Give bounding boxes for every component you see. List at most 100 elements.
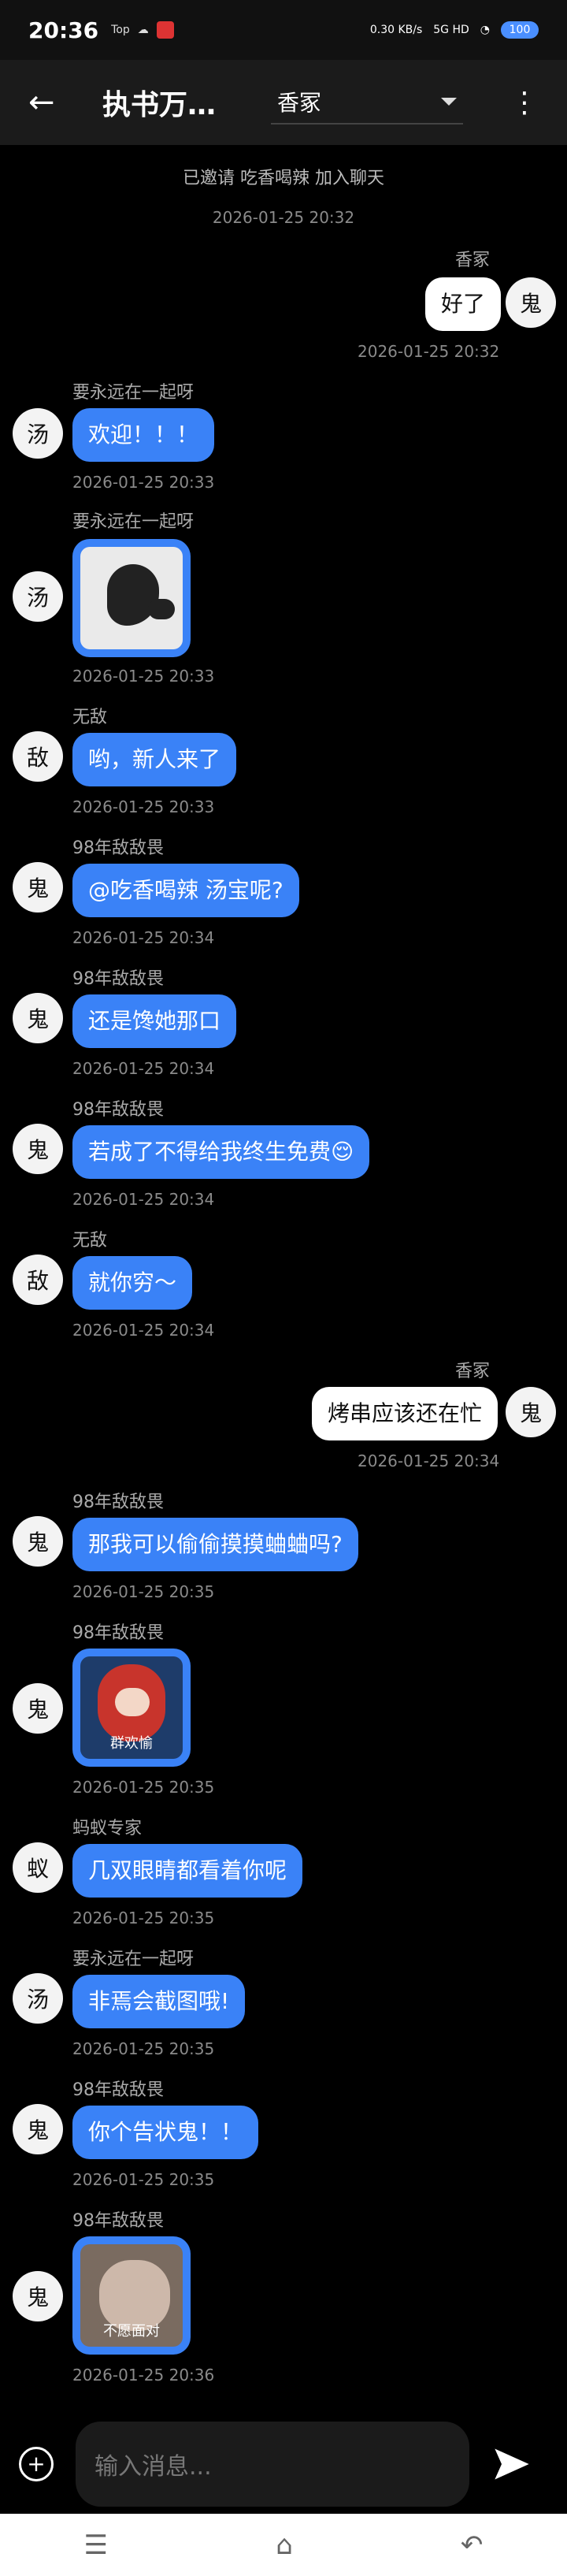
network-speed: 0.30 KB/s	[369, 24, 423, 36]
message-bubble-in[interactable]: 若成了不得给我终生免费😌	[72, 1125, 370, 1179]
sender-name: 要永远在一起呀	[72, 1950, 195, 1969]
avatar[interactable]: 敌	[13, 1255, 63, 1305]
avatar[interactable]: 鬼	[506, 1387, 556, 1437]
message-time: 2026-01-25 20:36	[72, 2366, 215, 2385]
sender-name: 98年敌敌畏	[72, 969, 164, 989]
avatar[interactable]: 鬼	[13, 1124, 63, 1174]
home-icon: ⌂	[276, 2529, 293, 2561]
message-time: 2026-01-25 20:34	[72, 928, 215, 947]
sender-name: 98年敌敌畏	[72, 2080, 164, 2100]
avatar[interactable]: 汤	[13, 408, 63, 459]
avatar[interactable]: 鬼	[13, 2104, 63, 2154]
back-button[interactable]: ←	[28, 84, 66, 121]
message-time: 2026-01-25 20:35	[72, 1909, 215, 1927]
message-bubble-in[interactable]: 就你穷～	[72, 1256, 193, 1310]
message-time: 2026-01-25 20:33	[72, 667, 215, 686]
composer: + 输入消息...	[0, 2414, 567, 2514]
chat-title: 执书万…	[102, 89, 217, 121]
message-time: 2026-01-25 20:35	[72, 1778, 215, 1797]
more-menu-button[interactable]: ⋮	[510, 87, 539, 119]
arrow-left-icon: ←	[28, 84, 55, 121]
more-vert-icon: ⋮	[510, 86, 539, 119]
back-nav-button[interactable]: ↶	[461, 2530, 484, 2561]
battery-indicator: 100	[501, 21, 539, 39]
sender-name: 要永远在一起呀	[72, 383, 195, 403]
status-right: 0.30 KB/s 5G HD ◔ 100	[370, 21, 539, 39]
message-time: 2026-01-25 20:34	[72, 1059, 215, 1078]
sender-name: 98年敌敌畏	[72, 1100, 164, 1120]
sender-name: 98年敌敌畏	[72, 1623, 164, 1643]
persona-name: 香冢	[277, 90, 322, 116]
message-bubble-in[interactable]: 你个告状鬼！！	[72, 2106, 259, 2159]
message-time: 2026-01-25 20:34	[72, 1190, 215, 1209]
sender-name: 香冢	[455, 1362, 491, 1381]
plus-circle-icon: +	[27, 2451, 46, 2477]
sticker-caption: 群欢愉	[110, 1735, 153, 1752]
status-left-icons: Top ☁	[111, 21, 174, 39]
message-bubble-in[interactable]: 哟，新人来了	[72, 733, 237, 786]
wifi-icon: ◔	[480, 24, 490, 36]
avatar[interactable]: 鬼	[506, 277, 556, 328]
avatar[interactable]: 鬼	[13, 862, 63, 913]
cloud-icon: ☁	[137, 24, 149, 36]
system-time: 2026-01-25 20:32	[212, 208, 355, 227]
avatar[interactable]: 鬼	[13, 1516, 63, 1567]
avatar[interactable]: 鬼	[13, 2271, 63, 2321]
sticker-image	[80, 547, 183, 649]
message-bubble-in[interactable]: 非焉会截图哦!	[72, 1975, 246, 2028]
system-invite: 已邀请 吃香喝辣 加入聊天	[183, 169, 384, 188]
message-input[interactable]: 输入消息...	[76, 2422, 469, 2507]
image-message[interactable]	[72, 539, 191, 657]
sender-name: 蚂蚁专家	[72, 1819, 143, 1838]
notification-icon	[156, 21, 174, 39]
message-time: 2026-01-25 20:35	[72, 2170, 215, 2189]
message-time: 2026-01-25 20:33	[72, 797, 215, 816]
sticker-image: 群欢愉	[80, 1656, 183, 1759]
message-bubble-in[interactable]: 欢迎！！！	[72, 408, 215, 462]
image-message[interactable]: 不愿面对	[72, 2236, 191, 2355]
sender-name: 无敌	[72, 708, 108, 727]
avatar[interactable]: 蚁	[13, 1842, 63, 1893]
sticker-caption: 不愿面对	[103, 2323, 160, 2340]
message-time: 2026-01-25 20:35	[72, 2039, 215, 2058]
sender-name: 香冢	[455, 251, 491, 270]
avatar[interactable]: 汤	[13, 571, 63, 622]
message-time: 2026-01-25 20:34	[72, 1321, 215, 1340]
add-attachment-button[interactable]: +	[19, 2447, 54, 2481]
persona-select[interactable]: 香冢	[271, 80, 463, 125]
sender-name: 98年敌敌畏	[72, 2211, 164, 2231]
app-icon: Top	[111, 24, 130, 36]
avatar[interactable]: 敌	[13, 731, 63, 782]
message-time: 2026-01-25 20:32	[358, 342, 500, 361]
menu-nav-button[interactable]: ☰	[84, 2530, 108, 2561]
menu-icon: ☰	[83, 2529, 109, 2561]
message-bubble-in[interactable]: 那我可以偷偷摸摸蛐蛐吗?	[72, 1518, 358, 1571]
image-message[interactable]: 群欢愉	[72, 1649, 191, 1767]
system-navbar: ☰ ⌂ ↶	[0, 2514, 567, 2576]
message-time: 2026-01-25 20:33	[72, 473, 215, 492]
message-bubble-out[interactable]: 好了	[425, 277, 502, 331]
avatar[interactable]: 汤	[13, 1973, 63, 2024]
message-time: 2026-01-25 20:35	[72, 1582, 215, 1601]
send-icon	[495, 2448, 529, 2480]
status-bar: 20:36 Top ☁ 0.30 KB/s 5G HD ◔ 100	[0, 0, 567, 60]
chat-messages[interactable]: 已邀请 吃香喝辣 加入聊天 2026-01-25 20:32 香冢 好了 鬼 2…	[0, 145, 567, 2414]
signal-label: 5G HD	[433, 24, 469, 36]
sender-name: 无敌	[72, 1231, 108, 1251]
sender-name: 98年敌敌畏	[72, 1492, 164, 1512]
message-time: 2026-01-25 20:34	[358, 1452, 500, 1470]
sender-name: 要永远在一起呀	[72, 512, 195, 532]
chevron-down-icon	[441, 98, 457, 106]
back-icon: ↶	[460, 2529, 484, 2561]
message-bubble-in[interactable]: 几双眼睛都看着你呢	[72, 1844, 303, 1898]
message-bubble-in[interactable]: @吃香喝辣 汤宝呢?	[72, 864, 299, 917]
sender-name: 98年敌敌畏	[72, 838, 164, 858]
avatar[interactable]: 鬼	[13, 1683, 63, 1734]
send-button[interactable]	[491, 2444, 532, 2485]
home-nav-button[interactable]: ⌂	[276, 2530, 293, 2561]
message-bubble-out[interactable]: 烤串应该还在忙	[312, 1387, 498, 1440]
avatar[interactable]: 鬼	[13, 993, 63, 1043]
message-bubble-in[interactable]: 还是馋她那口	[72, 994, 237, 1048]
chat-header: ← 执书万… 香冢 ⋮	[0, 60, 567, 145]
sticker-image: 不愿面对	[80, 2244, 183, 2347]
